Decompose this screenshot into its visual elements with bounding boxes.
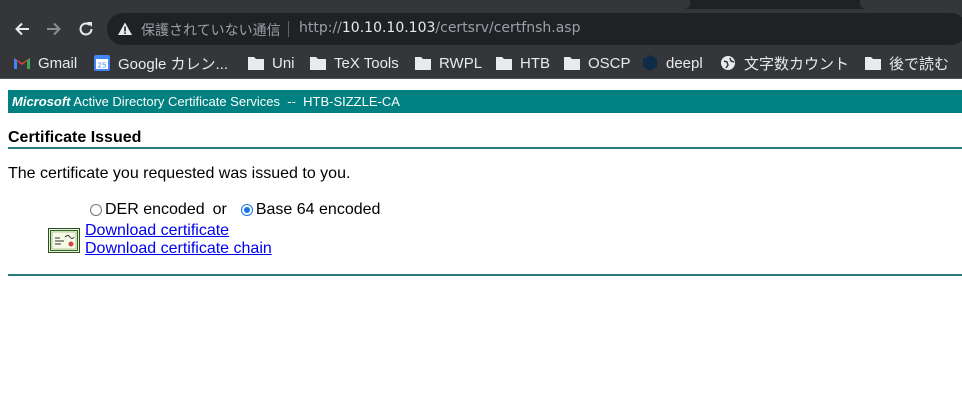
download-certificate-link[interactable]: Download certificate	[85, 222, 229, 240]
bookmark-folder-read-later[interactable]: 後で読む	[865, 53, 949, 73]
banner-brand: Microsoft	[12, 94, 71, 109]
bookmark-label: Google カレン...	[118, 55, 229, 73]
base64-encoded-label[interactable]: Base 64 encoded	[256, 201, 381, 219]
adcs-header-banner: Microsoft Active Directory Certificate S…	[8, 90, 962, 113]
bookmark-label: 後で読む	[889, 55, 950, 73]
banner-text: Active Directory Certificate Services --…	[73, 94, 400, 109]
other-tab[interactable]	[860, 0, 962, 9]
toolbar-divider	[0, 78, 962, 79]
bookmark-folder-rwpl[interactable]: RWPL	[415, 53, 482, 73]
folder-icon	[310, 55, 326, 71]
bookmark-deepl[interactable]: deepl	[642, 53, 703, 73]
bookmark-google-calendar[interactable]: 25 Google カレン...	[94, 53, 228, 73]
tab-strip	[0, 0, 962, 9]
bookmark-label: 文字数カウント	[744, 55, 850, 73]
title-divider	[8, 147, 962, 149]
folder-icon	[415, 55, 431, 71]
bookmark-label: HTB	[520, 54, 550, 72]
calendar-icon: 25	[94, 55, 110, 71]
bookmark-label: OSCP	[588, 54, 631, 72]
bookmark-folder-tex-tools[interactable]: TeX Tools	[310, 53, 399, 73]
address-bar[interactable]: 保護されていない通信 http://10.10.10.103/certsrv/c…	[107, 13, 962, 45]
gmail-icon	[14, 55, 30, 71]
warning-icon	[118, 22, 132, 35]
folder-icon	[865, 55, 881, 71]
back-button[interactable]	[12, 19, 32, 39]
certificate-icon	[48, 228, 80, 253]
folder-icon	[496, 55, 512, 71]
folder-icon	[248, 55, 264, 71]
deepl-icon	[642, 55, 658, 71]
footer-divider	[8, 274, 962, 276]
security-status-text[interactable]: 保護されていない通信	[141, 20, 281, 40]
address-divider	[288, 21, 289, 37]
forward-arrow-icon	[47, 22, 61, 36]
active-tab[interactable]	[0, 0, 690, 9]
globe-icon	[720, 55, 736, 71]
base64-encoded-radio[interactable]	[240, 204, 253, 216]
reload-button[interactable]	[76, 19, 96, 39]
der-encoded-label[interactable]: DER encoded	[105, 201, 205, 219]
download-certificate-chain-link[interactable]: Download certificate chain	[85, 240, 272, 258]
bookmark-gmail[interactable]: Gmail	[14, 53, 77, 73]
der-encoded-radio[interactable]	[90, 204, 102, 216]
bookmarks-bar: Gmail 25 Google カレン... Uni TeX Tools RWP…	[0, 48, 962, 78]
or-text: or	[212, 201, 227, 218]
encoding-options: DER encoded or Base 64 encoded	[89, 201, 380, 219]
bookmark-label: RWPL	[439, 54, 483, 72]
bookmark-moji-count[interactable]: 文字数カウント	[720, 53, 849, 73]
folder-icon	[564, 55, 580, 71]
back-arrow-icon	[15, 22, 29, 36]
issued-message: The certificate you requested was issued…	[8, 165, 351, 182]
bookmark-folder-oscp[interactable]: OSCP	[564, 53, 631, 73]
page-title: Certificate Issued	[8, 129, 142, 146]
browser-toolbar: 保護されていない通信 http://10.10.10.103/certsrv/c…	[0, 9, 962, 48]
forward-button[interactable]	[44, 19, 64, 39]
bookmark-folder-uni[interactable]: Uni	[248, 53, 295, 73]
bookmark-label: Uni	[272, 54, 295, 72]
reload-icon	[79, 22, 93, 36]
url-text[interactable]: http://10.10.10.103/certsrv/certfnsh.asp	[299, 20, 580, 36]
bookmark-label: TeX Tools	[334, 54, 399, 72]
bookmark-label: deepl	[666, 54, 703, 72]
bookmark-label: Gmail	[38, 54, 78, 72]
svg-text:25: 25	[98, 62, 107, 70]
bookmark-folder-htb[interactable]: HTB	[496, 53, 550, 73]
